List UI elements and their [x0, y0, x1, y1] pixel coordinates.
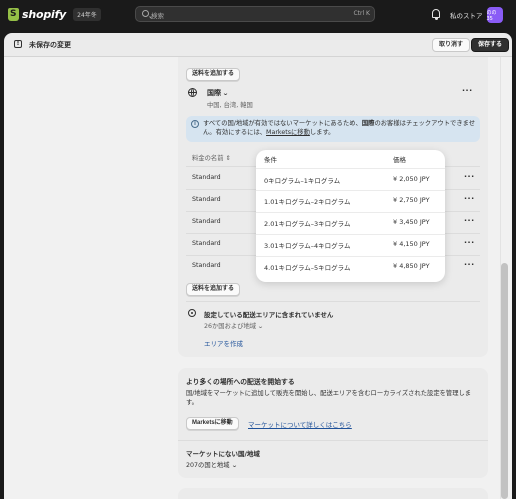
not-covered-title: 設定している配送エリアに含まれていません: [204, 311, 334, 319]
not-in-market-title: マーケットにない国/地域: [186, 450, 260, 458]
section-divider: [178, 440, 488, 441]
rate-more-actions-icon[interactable]: ···: [464, 238, 475, 247]
banner-text: すべての国/地域が有効ではないマーケットにあるため、国際のお客様はチェックアウト…: [203, 119, 475, 137]
shopify-logo[interactable]: shopify 24年冬: [8, 8, 101, 21]
condition-cell: 0キログラム–1キログラム: [264, 177, 341, 185]
zone-more-actions-icon[interactable]: ···: [462, 86, 473, 95]
rate-name-header[interactable]: 料金の名前 ⇕: [192, 153, 231, 162]
create-zone-link[interactable]: エリアを作成: [204, 338, 243, 348]
price-cell: ¥ 2,050 JPY: [393, 175, 430, 183]
condition-cell: 2.01キログラム–3キログラム: [264, 220, 351, 228]
rate-name-cell: Standard: [192, 174, 221, 181]
alert-icon: !: [14, 40, 22, 48]
go-to-markets-button[interactable]: Marketsに移動: [186, 417, 239, 430]
not-covered-dropdown[interactable]: 26か国および地域 ⌄: [204, 321, 264, 330]
zone-name: 国際: [207, 89, 221, 97]
price-cell: ¥ 4,150 JPY: [393, 240, 430, 248]
price-cell: ¥ 3,450 JPY: [393, 218, 430, 226]
popover-divider: [256, 212, 445, 213]
search-shortcut: Ctrl K: [353, 10, 370, 17]
top-bar: shopify 24年冬 検索 Ctrl K 私のストア のの35: [0, 0, 516, 30]
more-places-title: より多くの場所への配送を開始する: [186, 378, 295, 386]
rate-name-header-label: 料金の名前: [192, 155, 224, 162]
zone-name-dropdown[interactable]: 国際 ⌄: [207, 88, 230, 98]
chevron-down-icon: ⌄: [222, 90, 230, 97]
search-placeholder: 検索: [151, 12, 164, 20]
logo-text: shopify: [22, 8, 67, 21]
avatar: のの35: [486, 7, 503, 23]
unsaved-title: 未保存の変更: [29, 41, 71, 49]
rate-name-cell: Standard: [192, 262, 221, 269]
banner-bold: 国際: [361, 120, 375, 127]
sort-icon: ⇕: [225, 155, 231, 162]
popover-divider: [256, 256, 445, 257]
price-header: 価格: [393, 156, 406, 164]
rate-name-cell: Standard: [192, 240, 221, 247]
scrollbar-thumb[interactable]: [501, 263, 508, 499]
bell-icon[interactable]: [432, 9, 440, 20]
price-cell: ¥ 4,850 JPY: [393, 262, 430, 270]
rate-more-actions-icon[interactable]: ···: [464, 194, 475, 203]
chevron-down-icon: ⌄: [257, 323, 264, 330]
not-covered-count: 26か国および地域: [204, 323, 257, 330]
search-icon: [142, 10, 149, 17]
chevron-down-icon: ⌄: [230, 462, 238, 469]
add-rate-button-top[interactable]: 送料を追加する: [186, 68, 241, 81]
rate-name-cell: Standard: [192, 218, 221, 225]
save-button[interactable]: 保存する: [471, 38, 510, 52]
discard-button[interactable]: 取り消す: [432, 38, 471, 52]
store-menu-button[interactable]: 私のストア のの35: [450, 6, 503, 24]
search-bar[interactable]: 検索 Ctrl K: [135, 6, 375, 22]
condition-cell: 1.01キログラム–2キログラム: [264, 198, 351, 206]
rate-conditions-popover: 条件 価格 0キログラム–1キログラム ¥ 2,050 JPY 1.01キログラ…: [256, 150, 445, 282]
rate-name-cell: Standard: [192, 196, 221, 203]
rate-more-actions-icon[interactable]: ···: [464, 260, 475, 269]
shopify-bag-icon: [8, 8, 19, 21]
info-icon: i: [191, 120, 199, 128]
not-in-market-dropdown[interactable]: 207の国と地域 ⌄: [186, 460, 237, 469]
rate-more-actions-icon[interactable]: ···: [464, 172, 475, 181]
edition-badge: 24年冬: [73, 8, 101, 21]
popover-divider: [256, 168, 445, 169]
banner-text-before: すべての国/地域が有効ではないマーケットにあるため、: [203, 120, 362, 127]
not-in-market-count: 207の国と地域: [186, 462, 230, 469]
info-banner: i すべての国/地域が有効ではないマーケットにあるため、国際のお客様はチェックア…: [186, 116, 480, 142]
rate-more-actions-icon[interactable]: ···: [464, 216, 475, 225]
store-name: 私のストア: [450, 12, 483, 20]
popover-divider: [256, 234, 445, 235]
markets-link[interactable]: Marketsに移動: [266, 129, 310, 136]
condition-cell: 4.01キログラム–5キログラム: [264, 264, 351, 272]
unsaved-changes-bar: ! 未保存の変更 取り消す 保存する: [4, 33, 512, 57]
zone-countries: 中国, 台湾, 韓国: [207, 102, 253, 109]
globe-icon: [188, 88, 197, 97]
more-places-description: 国/地域をマーケットに追加して販売を開始し、配送エリアを含むローカライズされた設…: [186, 390, 472, 406]
condition-header: 条件: [264, 156, 277, 164]
popover-divider: [256, 190, 445, 191]
price-cell: ¥ 2,750 JPY: [393, 196, 430, 204]
condition-cell: 3.01キログラム–4キログラム: [264, 242, 351, 250]
add-rate-button-bottom[interactable]: 送料を追加する: [186, 283, 241, 296]
banner-text-end: します。: [309, 129, 335, 136]
learn-markets-link[interactable]: マーケットについて詳しくはこちら: [248, 419, 352, 429]
location-icon: [188, 309, 196, 317]
next-card: [178, 488, 488, 499]
row-divider: [186, 301, 480, 302]
